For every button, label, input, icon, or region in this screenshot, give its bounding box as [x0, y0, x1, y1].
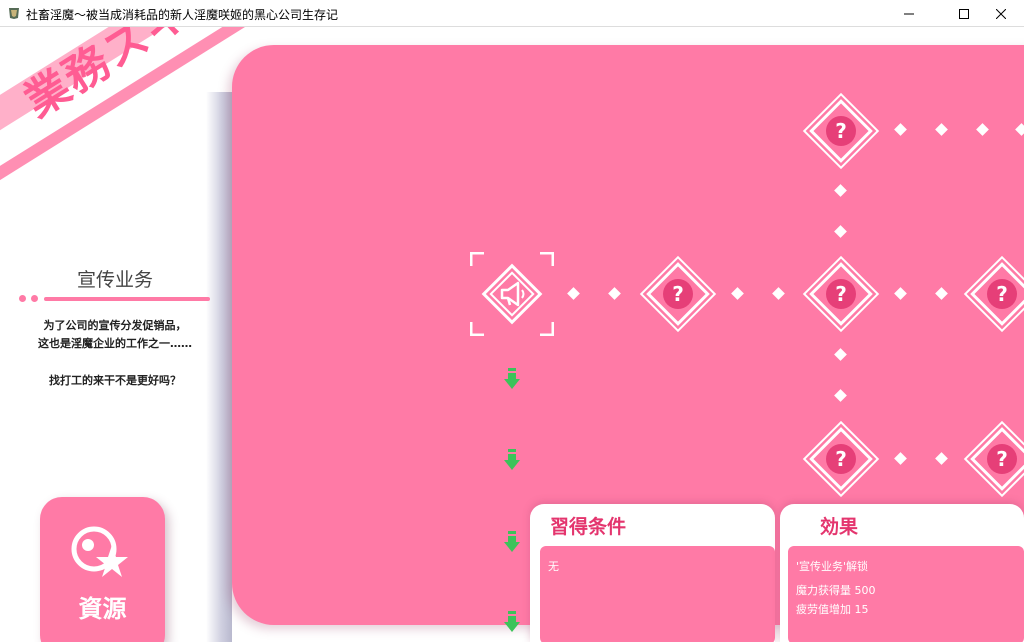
maximize-icon [959, 8, 969, 19]
minimize-button[interactable] [886, 0, 932, 27]
skill-node-locked[interactable]: ? [797, 250, 885, 338]
skill-node-locked[interactable]: ? [634, 250, 722, 338]
effect-text-line: '宣传业务'解锁 [796, 560, 869, 573]
arrow-down-icon [504, 368, 520, 389]
app-icon [9, 8, 19, 19]
question-mark-icon: ? [996, 447, 1008, 471]
skill-node-locked[interactable]: ? [797, 87, 885, 175]
effect-text-line: 魔力获得量 500 [796, 584, 876, 597]
skill-node-selected[interactable] [470, 252, 554, 336]
skill-node-locked[interactable]: ? [958, 415, 1024, 503]
resources-button[interactable]: 資源 [40, 497, 165, 642]
skill-description-line: 为了公司的宣传分发促销品， [43, 319, 187, 332]
skill-description-line: 这也是淫魔企业的工作之一…… [38, 337, 192, 350]
arrow-down-icon [504, 611, 520, 632]
question-mark-icon: ? [835, 282, 847, 306]
skill-name: 宣传业务 [76, 269, 153, 291]
skill-node-locked[interactable]: ? [797, 415, 885, 503]
skill-description-line: 找打工的来干不是更好吗？ [49, 374, 181, 387]
window-titlebar: 社畜淫魔～被当成消耗品的新人淫魔咲姬的黑心公司生存记 [0, 0, 1024, 27]
skill-node-locked[interactable]: ? [958, 250, 1024, 338]
requirements-panel: 習得条件 无 [530, 504, 775, 642]
sidebar-shadow [206, 92, 232, 642]
question-mark-icon: ? [672, 282, 684, 306]
question-mark-icon: ? [835, 447, 847, 471]
minimize-icon [904, 13, 914, 14]
decorative-dot [31, 295, 38, 302]
decorative-dot [19, 295, 26, 302]
arrow-down-icon [504, 531, 520, 552]
arrow-down-icon [504, 449, 520, 470]
effect-title: 効果 [820, 516, 859, 538]
requirements-body: 无 [540, 546, 775, 642]
resources-icon [71, 526, 128, 577]
requirements-text: 无 [548, 560, 559, 573]
effect-body: '宣传业务'解锁 魔力获得量 500 疲劳值增加 15 [788, 546, 1024, 642]
question-mark-icon: ? [835, 119, 847, 143]
close-icon [996, 8, 1006, 19]
resources-label: 資源 [78, 595, 127, 623]
game-screen: 業務スキル Work Skills 宣传业务 为了公司的宣传分发促销品， 这也是… [0, 27, 1024, 642]
effect-panel: 効果 '宣传业务'解锁 魔力获得量 500 疲劳值增加 15 [780, 504, 1024, 642]
requirements-title: 習得条件 [550, 516, 627, 538]
skill-name-underline [44, 297, 210, 301]
effect-text-line: 疲劳值增加 15 [796, 603, 869, 616]
close-button[interactable] [978, 0, 1024, 27]
window-title: 社畜淫魔～被当成消耗品的新人淫魔咲姬的黑心公司生存记 [26, 8, 339, 22]
question-mark-icon: ? [996, 282, 1008, 306]
